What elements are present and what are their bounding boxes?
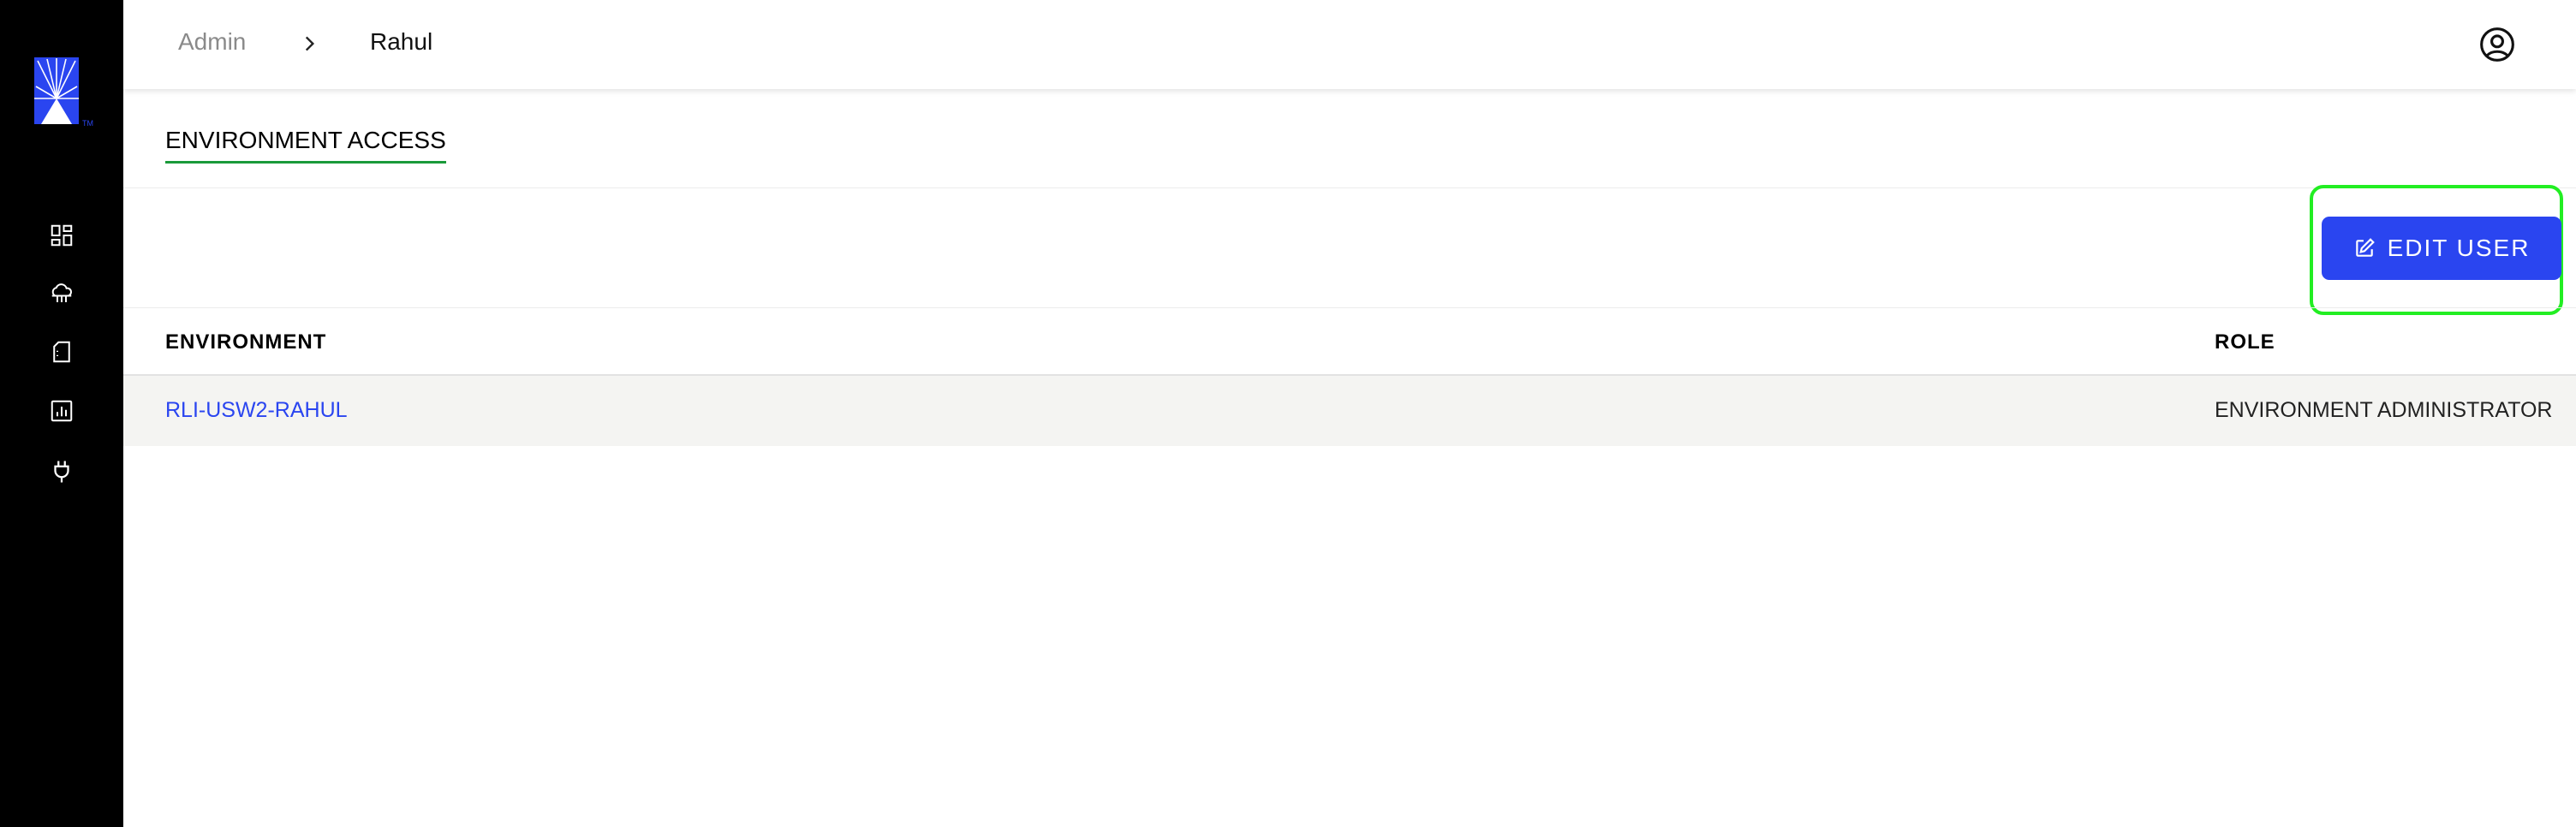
svg-text:TM: TM	[82, 119, 93, 128]
tab-divider	[123, 187, 2576, 188]
sidebar: TM	[0, 0, 123, 827]
account-icon[interactable]	[2478, 26, 2516, 63]
edit-user-label: EDIT USER	[2387, 235, 2531, 261]
sidebar-item-reports[interactable]	[45, 394, 79, 428]
sidebar-item-dashboard[interactable]	[45, 218, 79, 253]
breadcrumb-current: Rahul	[370, 28, 433, 55]
environment-link[interactable]: RLI-USW2-RAHUL	[165, 398, 348, 423]
sidebar-item-documents[interactable]	[45, 335, 79, 369]
cloud-icon	[51, 283, 72, 302]
table-row: RLI-USW2-RAHUL ENVIRONMENT ADMINISTRATOR	[123, 376, 2576, 446]
sidebar-item-cloud[interactable]	[45, 277, 79, 311]
reports-icon	[51, 400, 73, 422]
brand-logo[interactable]: TM	[33, 56, 94, 128]
column-header-environment[interactable]: ENVIRONMENT	[165, 330, 326, 354]
chevron-right-icon	[305, 36, 315, 51]
document-icon	[53, 341, 70, 363]
edit-user-button[interactable]: EDIT USER	[2322, 217, 2561, 280]
toolbar-divider	[123, 307, 2576, 308]
sidebar-item-integrations[interactable]	[45, 455, 79, 489]
edit-icon	[2355, 238, 2375, 257]
role-cell: ENVIRONMENT ADMINISTRATOR	[2215, 398, 2553, 422]
dashboard-icon	[51, 224, 73, 247]
plug-icon	[54, 461, 69, 483]
tab-environment-access[interactable]: ENVIRONMENT ACCESS	[165, 127, 446, 164]
top-bar: Admin Rahul	[123, 0, 2576, 89]
column-header-role[interactable]: ROLE	[2215, 330, 2275, 354]
breadcrumb-admin[interactable]: Admin	[178, 28, 246, 56]
